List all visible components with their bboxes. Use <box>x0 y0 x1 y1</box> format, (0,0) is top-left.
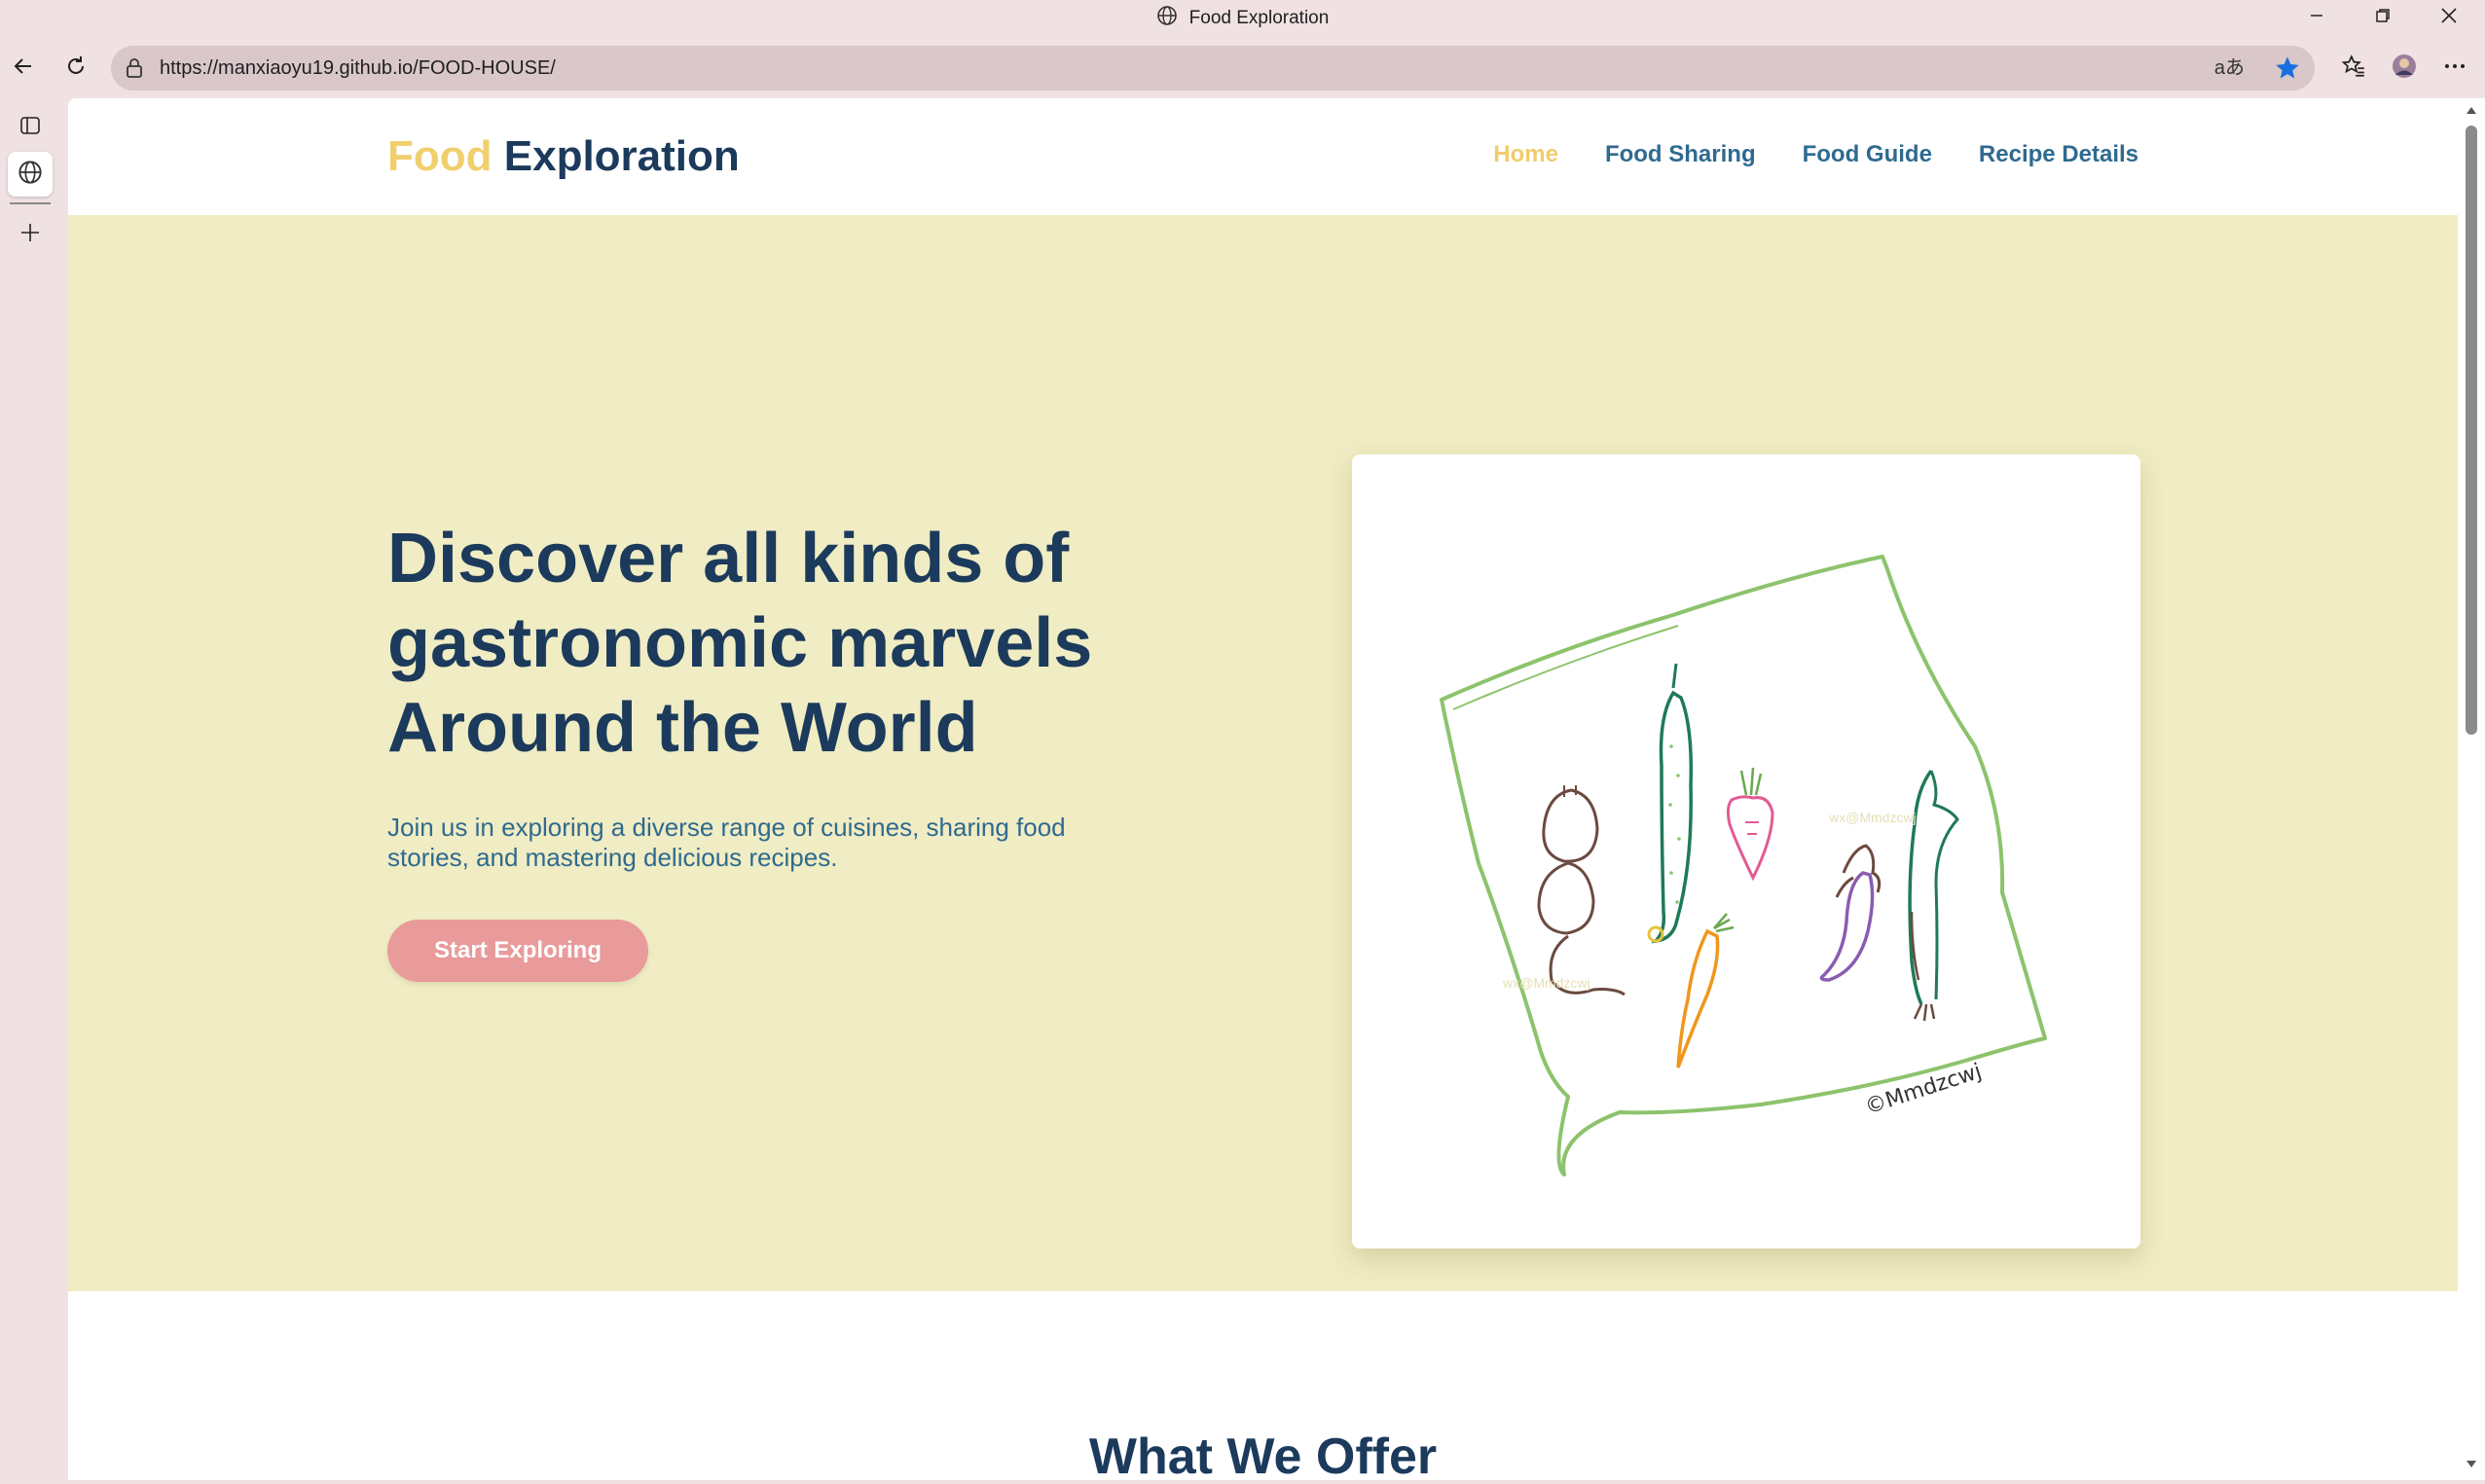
tab-food-exploration[interactable] <box>8 152 53 197</box>
nav-food-sharing[interactable]: Food Sharing <box>1605 141 1756 168</box>
garlic-icon <box>1537 785 1626 996</box>
browser-window: Food Exploration https://manxiaoyu19.git… <box>0 0 2485 1484</box>
scroll-thumb[interactable] <box>2466 126 2477 735</box>
scroll-down-icon[interactable] <box>2464 1457 2479 1472</box>
new-tab-button[interactable] <box>8 212 53 257</box>
star-icon[interactable] <box>2274 54 2301 87</box>
nav-home[interactable]: Home <box>1493 141 1558 168</box>
minimize-icon <box>2309 8 2324 28</box>
globe-icon <box>18 160 43 190</box>
profile-icon <box>2391 53 2418 85</box>
page-scrollbar[interactable] <box>2458 98 2485 1480</box>
hero-title-line-2: gastronomic marvels <box>387 604 1093 682</box>
hero-title-line-1: Discover all kinds of <box>387 520 1070 597</box>
site-header: Food Exploration Home Food Sharing Food … <box>68 98 2458 215</box>
restore-icon <box>2375 8 2391 28</box>
title-bar: Food Exploration <box>0 0 2485 37</box>
lock-icon <box>125 57 144 84</box>
logo-word-exploration: Exploration <box>503 132 740 180</box>
close-window-button[interactable] <box>2418 0 2480 35</box>
nav-food-guide[interactable]: Food Guide <box>1803 141 1932 168</box>
back-icon <box>12 54 35 83</box>
tab-divider <box>10 202 51 204</box>
favorites-icon <box>2341 54 2366 84</box>
close-icon <box>2440 7 2458 29</box>
offer-section: What We Offer <box>68 1291 2458 1480</box>
cucumber-icon <box>1647 663 1694 944</box>
back-button[interactable] <box>2 47 45 90</box>
favorites-button[interactable] <box>2332 47 2375 90</box>
offer-title: What We Offer <box>1088 1429 1438 1480</box>
svg-text:wx@Mmdzcwj: wx@Mmdzcwj <box>1828 810 1917 825</box>
hero-illustration-card: wx@Mmdzcwj wx@Mmdzcwj ©Mmdzcwj <box>1352 454 2140 1249</box>
tab-actions-button[interactable] <box>8 105 53 150</box>
refresh-icon <box>64 54 88 83</box>
start-exploring-button[interactable]: Start Exploring <box>387 920 648 982</box>
page-viewport: Food Exploration Home Food Sharing Food … <box>68 98 2458 1480</box>
eggplant-icon <box>1819 844 1882 982</box>
radish-icon <box>1726 767 1774 882</box>
browser-toolbar: https://manxiaoyu19.github.io/FOOD-HOUSE… <box>0 37 2485 99</box>
svg-text:wx@Mmdzcwj: wx@Mmdzcwj <box>1502 975 1590 991</box>
hero-title-line-3: Around the World <box>387 689 978 767</box>
address-bar[interactable]: https://manxiaoyu19.github.io/FOOD-HOUSE… <box>111 46 2315 90</box>
more-icon <box>2443 54 2467 83</box>
url-text[interactable]: https://manxiaoyu19.github.io/FOOD-HOUSE… <box>160 46 556 90</box>
more-button[interactable] <box>2433 47 2476 90</box>
logo-word-food: Food <box>387 132 493 180</box>
minimize-button[interactable] <box>2285 0 2348 35</box>
globe-icon <box>1156 5 1178 32</box>
main-nav: Home Food Sharing Food Guide Recipe Deta… <box>1493 141 2138 168</box>
hero-subtitle: Join us in exploring a diverse range of … <box>387 813 1066 872</box>
carrot-icon <box>1676 913 1735 1068</box>
tab-title: Food Exploration <box>1188 8 1330 28</box>
window-title: Food Exploration <box>0 0 2485 37</box>
hero-title: Discover all kinds of gastronomic marvel… <box>387 517 1147 771</box>
hero-section: Discover all kinds of gastronomic marvel… <box>68 215 2458 1291</box>
vertical-tab-bar <box>0 99 68 1484</box>
tab-actions-icon <box>19 115 41 141</box>
vegetables-illustration: wx@Mmdzcwj wx@Mmdzcwj ©Mmdzcwj <box>1440 555 2047 1176</box>
profile-button[interactable] <box>2383 47 2426 90</box>
site-logo[interactable]: Food Exploration <box>387 131 740 182</box>
new-tab-icon <box>18 221 42 249</box>
read-aloud-button[interactable]: aあ <box>2214 46 2245 90</box>
nav-recipe-details[interactable]: Recipe Details <box>1979 141 2138 168</box>
scroll-up-icon[interactable] <box>2464 102 2479 118</box>
signature-text: ©Mmdzcwj <box>1862 1060 1985 1120</box>
restore-button[interactable] <box>2352 0 2414 35</box>
scallion-icon <box>1908 769 1959 1022</box>
refresh-button[interactable] <box>55 47 97 90</box>
